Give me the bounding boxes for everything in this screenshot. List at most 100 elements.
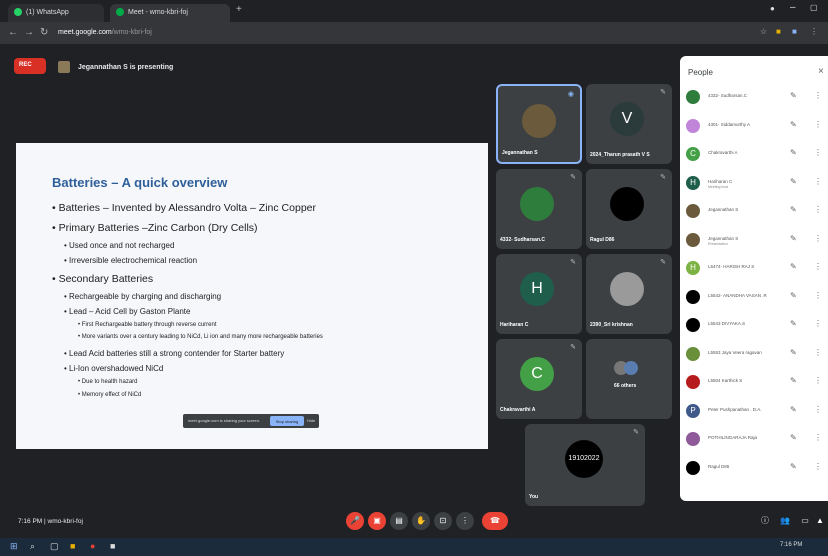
people-list-item[interactable]: L5504 Karthick S ✎ ⋮ <box>686 373 826 395</box>
avatar <box>624 361 638 375</box>
participant-tile[interactable]: ◉ Jegannathan S <box>496 84 582 164</box>
meeting-code: wmo-kbri-foj <box>47 518 83 525</box>
close-icon[interactable]: × <box>818 66 824 77</box>
more-options-icon[interactable]: ⋮ <box>814 120 822 129</box>
people-icon[interactable]: 👥 <box>776 512 794 530</box>
mic-off-icon: ✎ <box>790 148 797 157</box>
camera-off-button[interactable]: ▣ <box>368 512 386 530</box>
tab-whatsapp[interactable]: (1) WhatsApp <box>8 4 104 22</box>
people-list-item[interactable]: Jegannathan S Presentation ✎ ⋮ <box>686 231 826 253</box>
star-icon[interactable]: ☆ <box>760 27 767 36</box>
participant-tile[interactable]: C ✎ Chakravarthi A <box>496 339 582 419</box>
minimize-icon[interactable]: – <box>790 2 796 13</box>
slide-bullet: Secondary Batteries <box>52 273 154 285</box>
avatar: V <box>610 102 644 136</box>
people-list-item[interactable]: Ragul D86 ✎ ⋮ <box>686 459 826 481</box>
menu-icon[interactable]: ⋮ <box>810 27 818 36</box>
participant-name: 4301- Siddamurthy A <box>708 121 751 127</box>
extension-icon[interactable]: ■ <box>776 27 781 36</box>
mic-off-icon: ✎ <box>790 233 797 243</box>
more-options-icon[interactable]: ⋮ <box>814 177 822 186</box>
avatar <box>522 104 556 138</box>
people-list-item[interactable]: H L5474- HARISH RAJ S ✎ ⋮ <box>686 259 826 281</box>
people-list-item[interactable]: P Peter Pushpanathan . D.A. ✎ ⋮ <box>686 402 826 424</box>
more-options-icon[interactable]: ⋮ <box>814 319 822 328</box>
mic-off-icon: ✎ <box>660 174 666 181</box>
more-options-icon[interactable]: ⋮ <box>814 205 822 214</box>
chat-icon[interactable]: ▭ <box>796 512 814 530</box>
people-list-item[interactable]: L5542- ANANDHA VASAN .R ✎ ⋮ <box>686 288 826 310</box>
more-options-icon[interactable]: ⋮ <box>814 462 822 471</box>
avatar <box>686 90 700 104</box>
more-options-icon[interactable]: ⋮ <box>814 262 822 271</box>
hide-button[interactable]: Hide <box>307 418 315 423</box>
more-options-button[interactable]: ⋮ <box>456 512 474 530</box>
file-explorer-icon[interactable]: ■ <box>70 541 75 551</box>
present-button[interactable]: ⊡ <box>434 512 452 530</box>
avatar: H <box>686 261 700 275</box>
task-view-icon[interactable]: ▢ <box>50 541 59 552</box>
restore-icon[interactable]: ▢ <box>810 3 818 12</box>
info-icon[interactable]: ⓘ <box>756 512 774 530</box>
activities-icon[interactable]: ▲ <box>814 512 826 530</box>
leave-call-button[interactable]: ☎ <box>482 512 508 530</box>
more-options-icon[interactable]: ⋮ <box>814 148 822 157</box>
forward-icon[interactable]: → <box>24 27 34 38</box>
people-list-item[interactable]: Jegannathan S ✎ ⋮ <box>686 202 826 224</box>
mic-off-button[interactable]: 🎤 <box>346 512 364 530</box>
participant-tile[interactable]: ✎ Ragul D86 <box>586 169 672 249</box>
avatar <box>686 432 700 446</box>
mic-off-icon: ✎ <box>790 404 797 414</box>
stop-sharing-button[interactable]: Stop sharing <box>270 416 304 426</box>
app-icon[interactable]: ■ <box>110 541 115 551</box>
participant-role: Presentation <box>708 241 728 246</box>
presenter-avatar <box>58 61 70 73</box>
participant-name: POTHILINGARAJA Raja <box>708 435 758 440</box>
mic-off-icon: ✎ <box>790 319 797 328</box>
avatar: P <box>686 403 700 418</box>
back-icon[interactable]: ← <box>8 27 18 38</box>
people-list-item[interactable]: L5543 DIVYAKA.S ✎ ⋮ <box>686 316 826 338</box>
captions-button[interactable]: ▤ <box>390 512 408 530</box>
mic-off-icon: ✎ <box>790 262 797 271</box>
people-list-item[interactable]: H Hariharan C Meeting host ✎ ⋮ <box>686 174 826 196</box>
people-list-item[interactable]: L5553 Jaya Veera ragavan ✎ ⋮ <box>686 345 826 367</box>
chrome-icon[interactable]: ● <box>90 541 95 551</box>
more-options-icon[interactable]: ⋮ <box>814 291 822 300</box>
participant-tile[interactable]: ✎ 4332- Sudharsan.C <box>496 169 582 249</box>
others-tile[interactable]: 66 others <box>586 339 672 419</box>
raise-hand-button[interactable]: ✋ <box>412 512 430 530</box>
more-options-icon[interactable]: ⋮ <box>814 348 822 357</box>
avatar: 19102022 <box>565 440 603 478</box>
reload-icon[interactable]: ↻ <box>40 27 48 38</box>
participant-name: 2024_Tharun prasath V S <box>590 152 650 158</box>
more-options-icon[interactable]: ⋮ <box>814 91 822 100</box>
people-list-item[interactable]: POTHILINGARAJA Raja ✎ ⋮ <box>686 430 826 452</box>
profile-icon[interactable]: ● <box>770 4 775 13</box>
presenter-banner: Jegannathan S is presenting <box>58 57 478 75</box>
self-tile[interactable]: 19102022 ✎ You <box>525 424 645 506</box>
more-options-icon[interactable]: ⋮ <box>814 234 822 243</box>
people-list-item[interactable]: C Chakravarthi A ✎ ⋮ <box>686 145 826 167</box>
more-options-icon[interactable]: ⋮ <box>814 405 822 414</box>
url-path: /wmo-kbri-foj <box>111 29 152 36</box>
participant-tile[interactable]: H ✎ Hariharan C <box>496 254 582 334</box>
mic-off-icon: ✎ <box>660 89 666 96</box>
search-icon[interactable]: ⌕ <box>30 541 35 552</box>
more-options-icon[interactable]: ⋮ <box>814 433 822 442</box>
more-options-icon[interactable]: ⋮ <box>814 376 822 385</box>
participant-name: Ragul D86 <box>708 463 730 469</box>
new-tab-icon[interactable]: + <box>236 4 242 15</box>
participant-name: Peter Pushpanathan . D.A. <box>708 406 762 412</box>
people-list-item[interactable]: 4301- Siddamurthy A ✎ ⋮ <box>686 117 826 139</box>
url-field[interactable]: meet.google.com/wmo-kbri-foj <box>58 26 578 40</box>
participant-name: Hariharan C <box>500 322 529 328</box>
participant-tile[interactable]: V ✎ 2024_Tharun prasath V S <box>586 84 672 164</box>
mic-off-icon: ✎ <box>570 344 576 351</box>
meet-extension-icon[interactable]: ■ <box>792 27 797 36</box>
avatar <box>520 187 554 221</box>
people-list-item[interactable]: 4332- Sudharsan.C ✎ ⋮ <box>686 88 826 110</box>
windows-start-icon[interactable]: ⊞ <box>10 541 18 552</box>
tab-meet[interactable]: Meet - wmo-kbri-foj <box>110 4 230 22</box>
participant-tile[interactable]: ✎ 2390_Sri krishnan <box>586 254 672 334</box>
